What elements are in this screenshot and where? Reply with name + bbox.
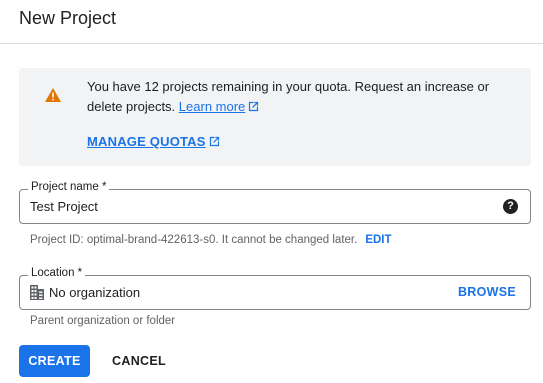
project-name-label: Project name * [28,181,110,193]
location-label: Location * [28,267,86,279]
external-link-icon [209,136,219,147]
project-id-text: Project ID: optimal-brand-422613-s0. It … [30,234,358,246]
location-hint: Parent organization or folder [30,315,176,327]
manage-quotas-label: MANAGE QUOTAS [87,134,206,149]
learn-more-link[interactable]: Learn more [179,99,259,114]
learn-more-label: Learn more [178,99,246,114]
project-id-hint: Project ID: optimal-brand-422613-s0. It … [30,234,392,246]
browse-button[interactable]: BROWSE [458,285,516,299]
location-field[interactable]: Location * No organization BROWSE [19,267,531,310]
dialog-header: New Project [0,0,543,44]
page-title: New Project [19,8,117,28]
quota-message-text: You have 12 projects remaining in your q… [87,79,490,114]
warning-icon [45,88,61,102]
quota-message: You have 12 projects remaining in your q… [87,77,517,117]
cancel-button[interactable]: CANCEL [103,345,175,377]
external-link-icon [249,101,259,112]
manage-quotas-link[interactable]: MANAGE QUOTAS [87,134,220,149]
project-name-input[interactable]: Test Project [30,199,98,214]
organization-icon [30,285,44,300]
location-value: No organization [49,285,141,300]
help-icon[interactable]: ? [503,199,518,214]
project-name-field[interactable]: Project name * Test Project ? [19,181,531,224]
create-button[interactable]: CREATE [19,345,90,377]
edit-project-id-button[interactable]: EDIT [365,234,391,246]
quota-notice: You have 12 projects remaining in your q… [19,68,531,166]
